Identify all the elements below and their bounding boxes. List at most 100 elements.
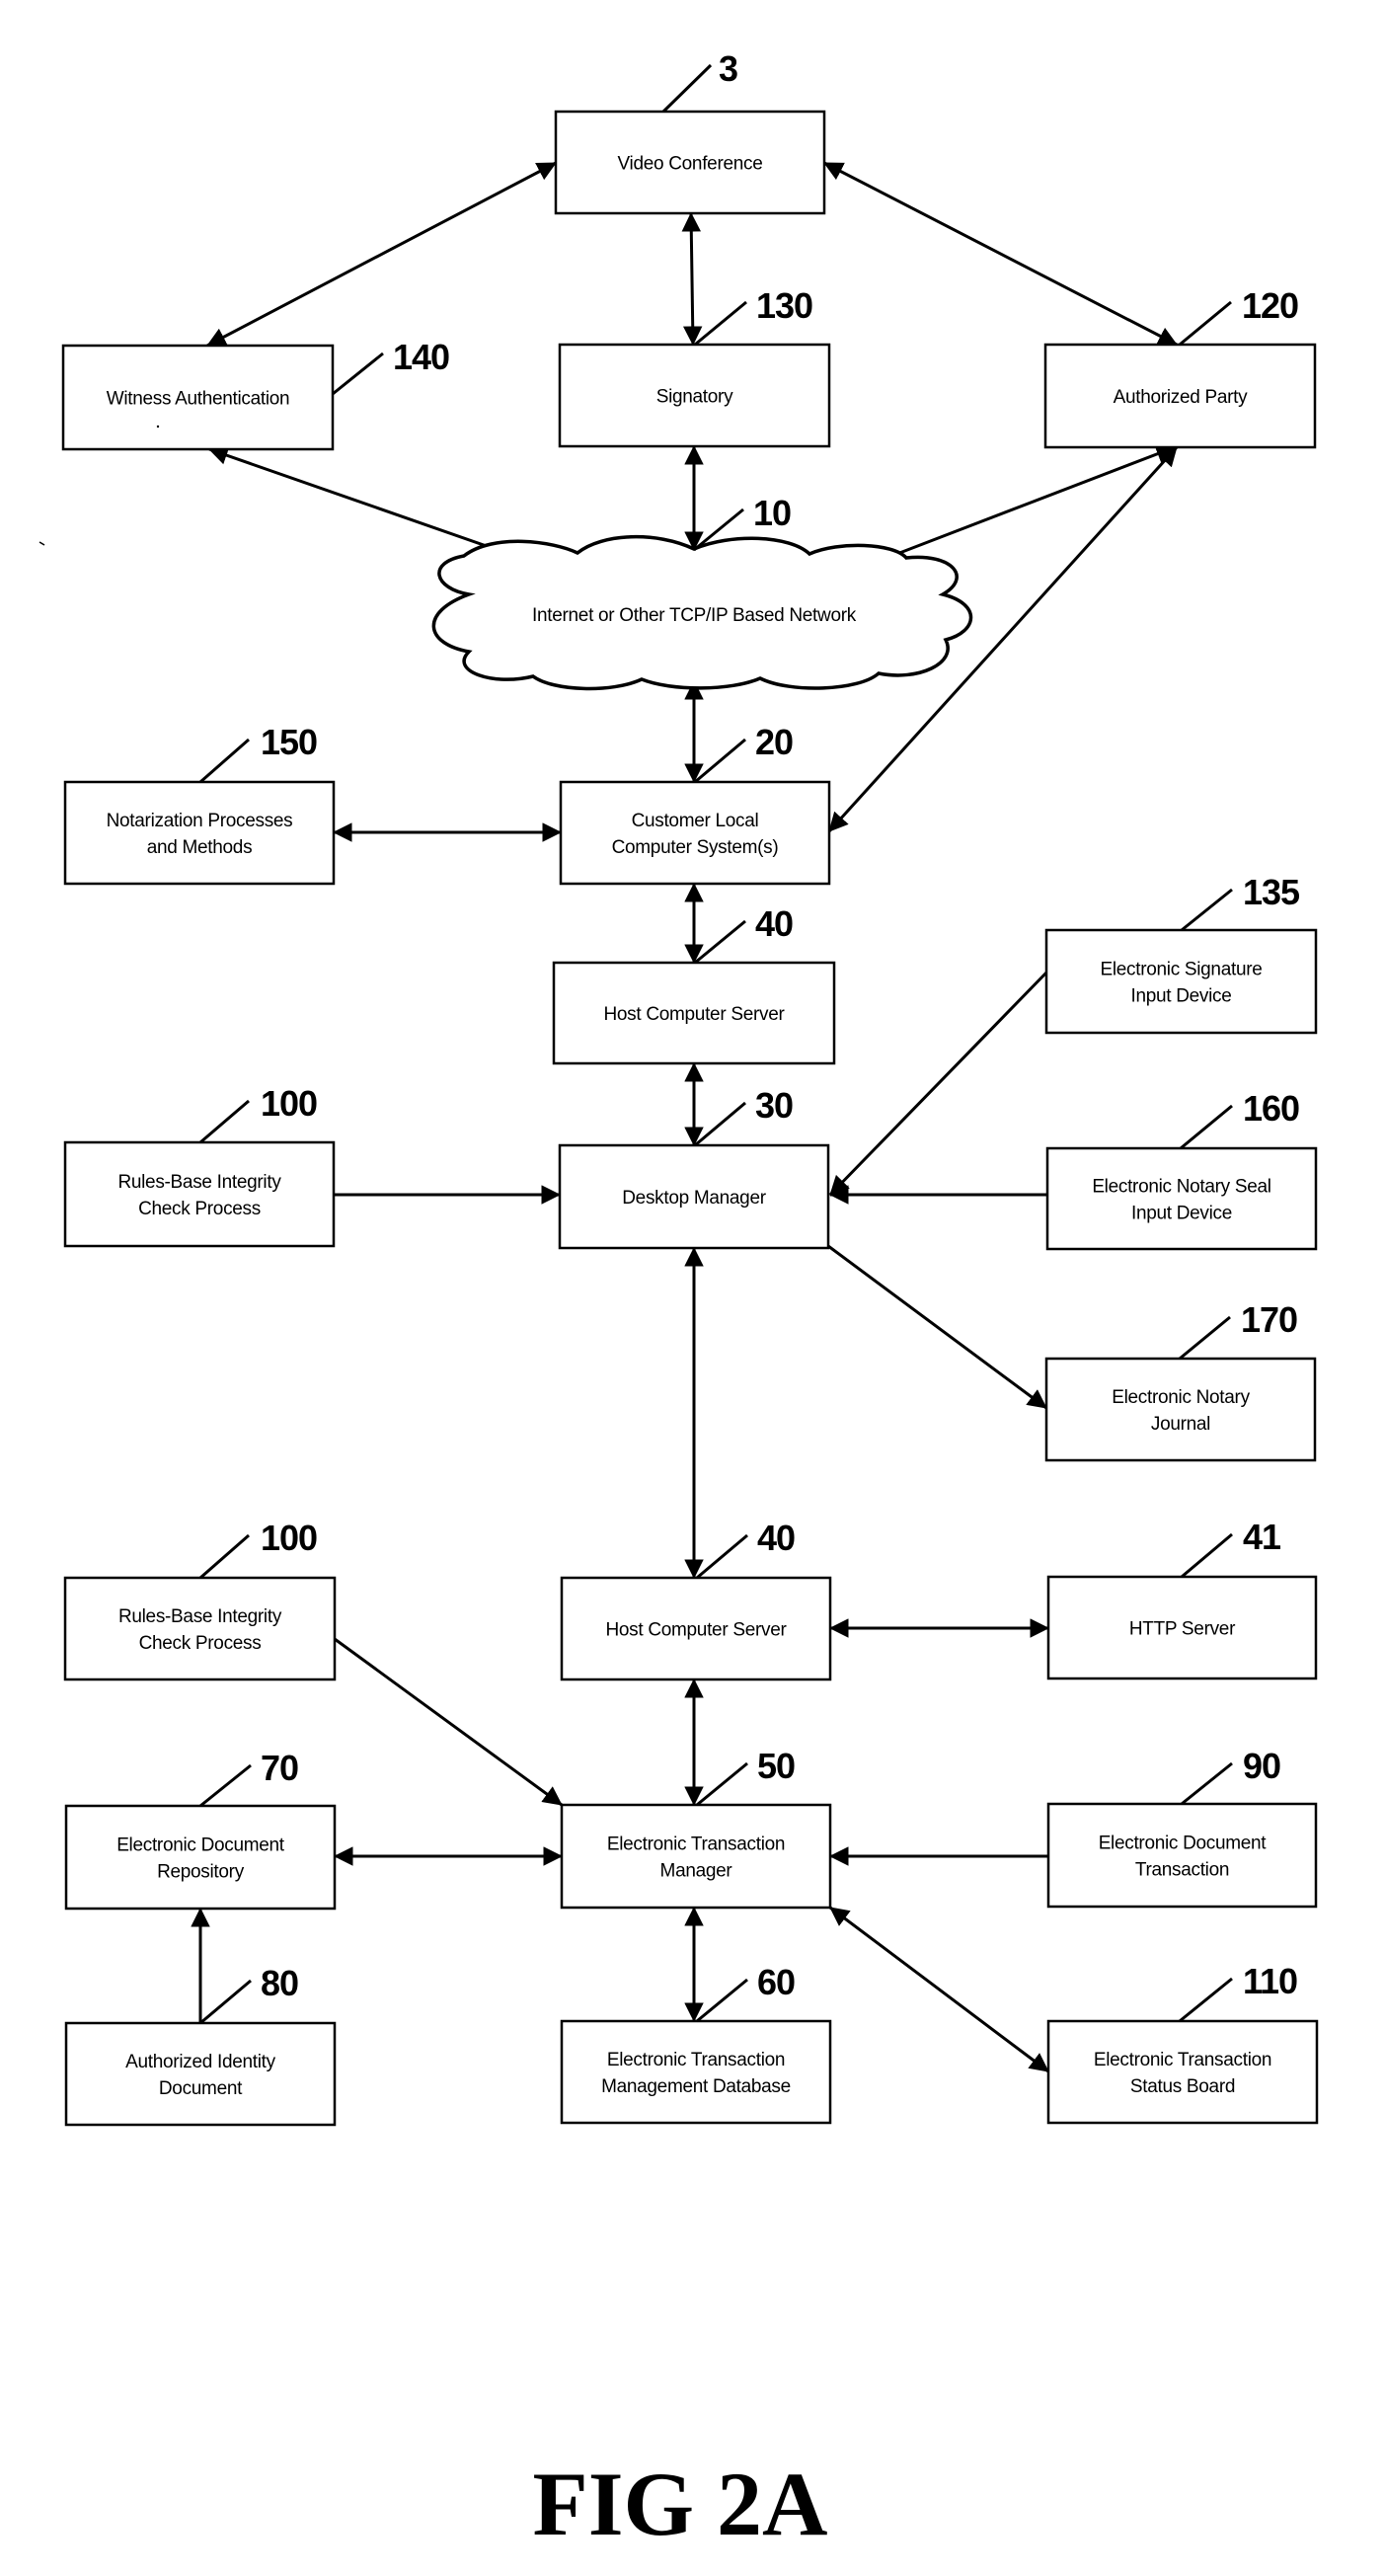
node-notary-seal-device: Electronic Notary Seal Input Device bbox=[1045, 1146, 1318, 1251]
leader-line bbox=[694, 738, 746, 784]
node-label: Electronic Signature bbox=[1100, 960, 1262, 980]
node-label: and Methods bbox=[147, 837, 253, 858]
node-box bbox=[1044, 1357, 1317, 1462]
connector-desktop-manager-to-notary-journal bbox=[827, 1244, 1047, 1410]
ref-numeral-http-server: 41 bbox=[1243, 1517, 1281, 1557]
node-video-conference: Video Conference bbox=[554, 110, 826, 215]
node-label: Management Database bbox=[601, 2076, 791, 2097]
leader-line bbox=[1181, 1761, 1233, 1806]
node-identity-document: Authorized Identity Document bbox=[64, 2021, 337, 2127]
leader-line bbox=[332, 351, 384, 396]
leader-line bbox=[694, 300, 747, 347]
node-box bbox=[1045, 1146, 1318, 1251]
node-box bbox=[560, 1803, 832, 1910]
node-box bbox=[64, 1804, 337, 1911]
node-label: Electronic Notary Seal bbox=[1092, 1177, 1270, 1198]
ref-numeral-notary-journal: 170 bbox=[1241, 1299, 1297, 1340]
leader-line bbox=[199, 1763, 252, 1808]
figure-title: FIG 2A bbox=[533, 2454, 828, 2554]
connector-video-conference-to-authorized-party bbox=[823, 161, 1178, 347]
leader-line bbox=[696, 1761, 748, 1807]
node-label: Electronic Document bbox=[1099, 1834, 1268, 1854]
network-label: Internet or Other TCP/IP Based Network bbox=[532, 605, 857, 626]
node-box bbox=[1044, 928, 1318, 1035]
node-label: Manager bbox=[660, 1861, 733, 1882]
node-label: Rules-Base Integrity bbox=[117, 1172, 281, 1193]
node-label: Check Process bbox=[138, 1199, 261, 1219]
node-label: Authorized Party bbox=[1114, 387, 1248, 408]
node-rules-integrity-2: Rules-Base Integrity Check Process bbox=[63, 1576, 337, 1681]
node-host-server-2: Host Computer Server bbox=[560, 1576, 832, 1681]
node-label: Customer Local bbox=[632, 811, 759, 831]
node-customer-local: Customer Local Computer System(s) bbox=[559, 780, 831, 886]
ref-numeral-transaction-db: 60 bbox=[757, 1962, 795, 2002]
node-box bbox=[64, 2021, 337, 2127]
leader-line bbox=[1179, 300, 1232, 347]
node-notary-journal: Electronic Notary Journal bbox=[1044, 1357, 1317, 1462]
node-label: Journal bbox=[1151, 1414, 1210, 1435]
node-label: Input Device bbox=[1131, 1204, 1232, 1224]
leader-line bbox=[694, 1101, 746, 1147]
node-esig-input-device: Electronic Signature Input Device bbox=[1044, 928, 1318, 1035]
network-cloud: Internet or Other TCP/IP Based Network bbox=[431, 535, 973, 691]
node-label: Authorized Identity bbox=[125, 2052, 275, 2072]
leader-line bbox=[199, 1533, 250, 1580]
ref-numeral-customer-local: 20 bbox=[755, 722, 793, 762]
leader-line bbox=[694, 919, 746, 965]
leader-line bbox=[199, 738, 250, 784]
ref-numeral-identity-document: 80 bbox=[261, 1963, 298, 2003]
node-label: Signatory bbox=[656, 387, 733, 408]
connector-witness-authentication-to-network bbox=[208, 445, 524, 563]
leader-line bbox=[696, 1533, 748, 1580]
node-label: Document bbox=[159, 2078, 243, 2099]
ref-numeral-authorized-party: 120 bbox=[1242, 285, 1298, 326]
node-label: Notarization Processes bbox=[107, 811, 293, 831]
node-label: Witness Authentication bbox=[107, 389, 290, 410]
ref-numeral-notarization-processes: 150 bbox=[261, 722, 317, 762]
ref-numeral-doc-repository: 70 bbox=[261, 1748, 298, 1788]
leader-line bbox=[1181, 1532, 1233, 1579]
leader-line bbox=[696, 1978, 748, 2023]
connectors bbox=[191, 161, 1179, 2073]
node-label: Electronic Notary bbox=[1112, 1387, 1250, 1408]
nodes: Video Conference Witness Authentication Si… bbox=[61, 110, 1319, 2127]
node-box bbox=[63, 1576, 337, 1681]
scan-speck bbox=[38, 541, 45, 546]
node-label: Electronic Document bbox=[116, 1835, 285, 1856]
leader-line bbox=[661, 63, 713, 114]
node-transaction-db: Electronic Transaction Management Databas… bbox=[560, 2019, 832, 2125]
node-notarization-processes: Notarization Processes and Methods bbox=[63, 780, 336, 886]
leader-line bbox=[1181, 888, 1233, 932]
node-box bbox=[63, 1140, 336, 1248]
node-witness-authentication: Witness Authentication bbox=[61, 344, 335, 451]
node-box bbox=[1046, 1802, 1318, 1909]
node-authorized-party: Authorized Party bbox=[1043, 343, 1317, 449]
ref-numeral-esig-input-device: 135 bbox=[1243, 872, 1300, 912]
ref-numeral-video-conference: 3 bbox=[719, 48, 737, 89]
ref-numeral-rules-integrity-2: 100 bbox=[261, 1518, 317, 1558]
ref-numeral-status-board: 110 bbox=[1243, 1961, 1297, 2001]
node-label: Transaction bbox=[1135, 1860, 1229, 1881]
ref-numeral-transaction-manager: 50 bbox=[757, 1746, 795, 1786]
ref-numeral-rules-integrity-1: 100 bbox=[261, 1083, 317, 1124]
block-diagram: Internet or Other TCP/IP Based Network V… bbox=[38, 48, 1319, 2554]
node-label: Electronic Transaction bbox=[607, 2050, 785, 2070]
node-label: Desktop Manager bbox=[622, 1188, 766, 1209]
node-label: Repository bbox=[157, 1862, 245, 1883]
node-label: Input Device bbox=[1130, 986, 1231, 1007]
node-label: Check Process bbox=[139, 1633, 262, 1654]
node-rules-integrity-1: Rules-Base Integrity Check Process bbox=[63, 1140, 336, 1248]
node-label: HTTP Server bbox=[1129, 1619, 1236, 1640]
node-desktop-manager: Desktop Manager bbox=[558, 1143, 830, 1250]
connector-rules-integrity-2-to-transaction-manager bbox=[334, 1637, 563, 1807]
node-box bbox=[63, 780, 336, 886]
node-label: Electronic Transaction bbox=[607, 1834, 785, 1855]
ref-numeral-signatory: 130 bbox=[756, 285, 812, 326]
scan-speck bbox=[156, 425, 160, 429]
leader-line bbox=[199, 1099, 250, 1144]
node-label: Host Computer Server bbox=[605, 1620, 787, 1641]
connector-video-conference-to-signatory bbox=[681, 212, 703, 346]
node-box bbox=[560, 2019, 832, 2125]
leader-line bbox=[1179, 1977, 1233, 2023]
node-transaction-manager: Electronic Transaction Manager bbox=[560, 1803, 832, 1910]
